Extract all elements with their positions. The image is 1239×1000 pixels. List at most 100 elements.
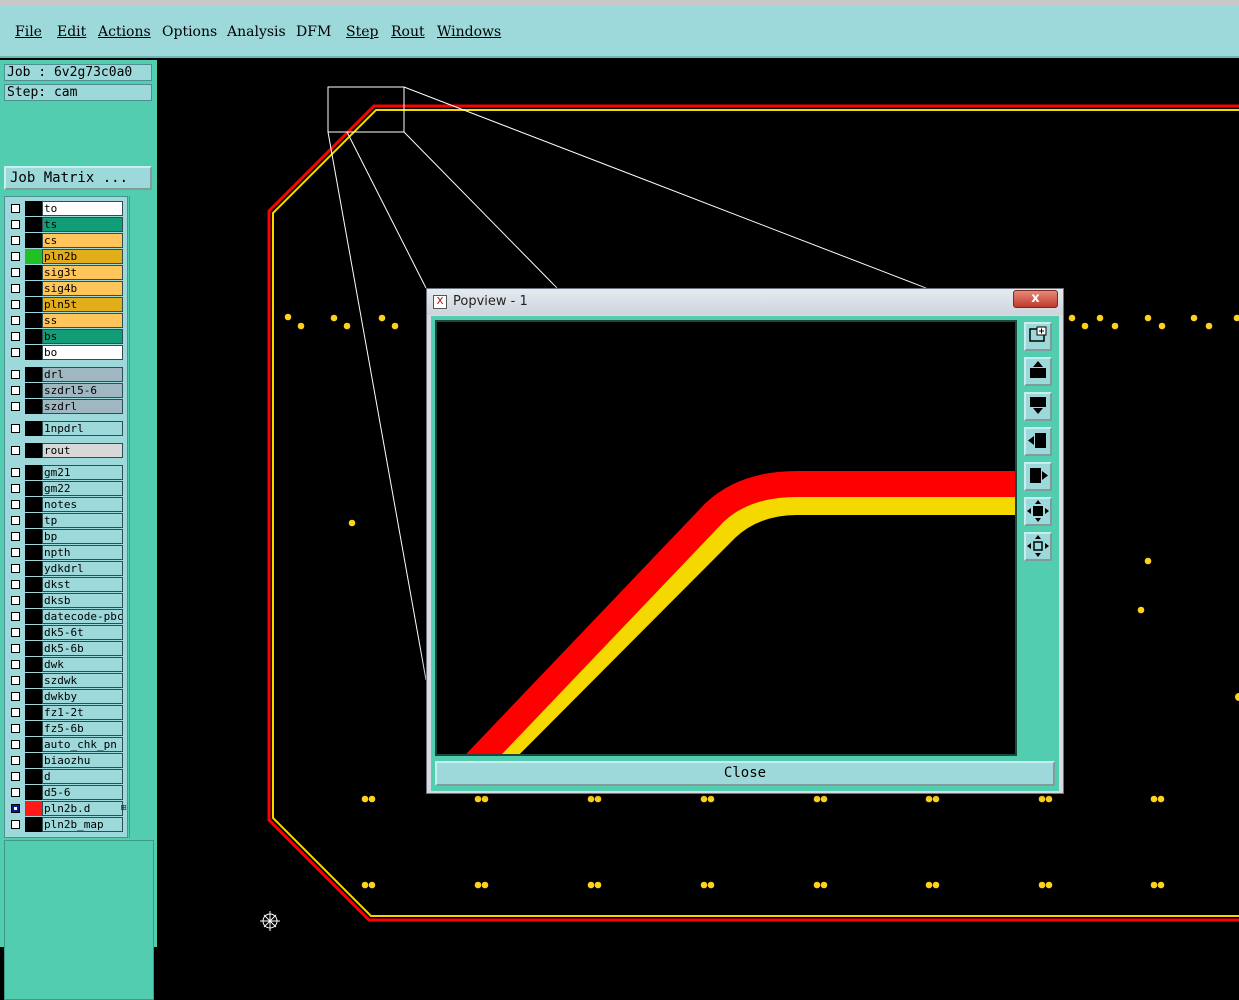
layer-row-cs[interactable]: cs: [5, 233, 127, 248]
layer-active-indicator[interactable]: [25, 721, 42, 736]
layer-active-indicator[interactable]: [25, 313, 42, 328]
layer-name[interactable]: gm21: [42, 465, 123, 480]
menu-rout[interactable]: Rout: [391, 24, 425, 40]
layer-active-indicator[interactable]: [25, 465, 42, 480]
layer-name[interactable]: pln2b: [42, 249, 123, 264]
layer-active-indicator[interactable]: [25, 421, 42, 436]
layer-row-tp[interactable]: tp: [5, 513, 127, 528]
pan-down-button[interactable]: [1024, 392, 1052, 421]
layer-row-drl[interactable]: drl: [5, 367, 127, 382]
layer-row-pln2b.d[interactable]: pln2b.d ⊞: [5, 801, 127, 816]
layer-row-pln2b_map[interactable]: pln2b_map: [5, 817, 127, 832]
layer-name[interactable]: dkst: [42, 577, 123, 592]
menu-dfm[interactable]: DFM: [296, 24, 331, 40]
layer-checkbox[interactable]: [11, 612, 20, 621]
layer-row-dwkby[interactable]: dwkby: [5, 689, 127, 704]
layer-name[interactable]: pln2b_map: [42, 817, 123, 832]
layer-name[interactable]: dk5-6b: [42, 641, 123, 656]
layer-active-indicator[interactable]: [25, 657, 42, 672]
layer-name[interactable]: sig3t: [42, 265, 123, 280]
zoom-home-button[interactable]: [1024, 532, 1052, 561]
layer-active-indicator[interactable]: [25, 297, 42, 312]
layer-active-indicator[interactable]: [25, 577, 42, 592]
layer-row-fz5-6b[interactable]: fz5-6b: [5, 721, 127, 736]
layer-row-szdrl[interactable]: szdrl: [5, 399, 127, 414]
layer-name[interactable]: ts: [42, 217, 123, 232]
layer-active-indicator[interactable]: [25, 753, 42, 768]
layer-row-d[interactable]: d: [5, 769, 127, 784]
layer-name[interactable]: sig4b: [42, 281, 123, 296]
layer-checkbox[interactable]: [11, 692, 20, 701]
popview-viewport[interactable]: [435, 320, 1017, 756]
layer-checkbox[interactable]: [11, 316, 20, 325]
layer-checkbox[interactable]: [11, 564, 20, 573]
layer-row-szdrl5-6[interactable]: szdrl5-6: [5, 383, 127, 398]
layer-row-dk5-6t[interactable]: dk5-6t: [5, 625, 127, 640]
menu-options[interactable]: Options: [162, 24, 217, 40]
layer-checkbox[interactable]: [11, 386, 20, 395]
layer-active-indicator[interactable]: [25, 249, 42, 264]
layer-active-indicator[interactable]: [25, 801, 42, 816]
layer-active-indicator[interactable]: [25, 481, 42, 496]
layer-checkbox[interactable]: [11, 446, 20, 455]
layer-row-ts[interactable]: ts: [5, 217, 127, 232]
layer-row-notes[interactable]: notes: [5, 497, 127, 512]
layer-row-gm22[interactable]: gm22: [5, 481, 127, 496]
layer-active-indicator[interactable]: [25, 529, 42, 544]
layer-name[interactable]: szdrl5-6: [42, 383, 123, 398]
layer-name[interactable]: ydkdrl: [42, 561, 123, 576]
layer-active-indicator[interactable]: [25, 265, 42, 280]
layer-name[interactable]: pln2b.d: [42, 801, 123, 816]
layer-checkbox[interactable]: [11, 284, 20, 293]
layer-active-indicator[interactable]: [25, 281, 42, 296]
layer-checkbox[interactable]: [11, 708, 20, 717]
layer-row-bs[interactable]: bs: [5, 329, 127, 344]
layer-list-scrollbar[interactable]: [129, 196, 153, 838]
pan-left-button[interactable]: [1024, 427, 1052, 456]
layer-name[interactable]: dwkby: [42, 689, 123, 704]
layer-row-d5-6[interactable]: d5-6: [5, 785, 127, 800]
layer-checkbox[interactable]: [11, 532, 20, 541]
layer-checkbox[interactable]: [11, 724, 20, 733]
layer-name[interactable]: drl: [42, 367, 123, 382]
layer-active-indicator[interactable]: [25, 641, 42, 656]
menu-analysis[interactable]: Analysis: [227, 24, 286, 40]
layer-name[interactable]: gm22: [42, 481, 123, 496]
layer-row-sig4b[interactable]: sig4b: [5, 281, 127, 296]
layer-name[interactable]: notes: [42, 497, 123, 512]
layer-active-indicator[interactable]: [25, 689, 42, 704]
layer-checkbox[interactable]: [11, 252, 20, 261]
layer-row-gm21[interactable]: gm21: [5, 465, 127, 480]
layer-active-indicator[interactable]: [25, 201, 42, 216]
pan-up-button[interactable]: [1024, 357, 1052, 386]
layer-name[interactable]: cs: [42, 233, 123, 248]
layer-active-indicator[interactable]: [25, 497, 42, 512]
job-matrix-button[interactable]: Job Matrix ...: [4, 166, 152, 190]
layer-name[interactable]: auto_chk_pn: [42, 737, 123, 752]
layer-checkbox[interactable]: [11, 468, 20, 477]
layer-checkbox[interactable]: [11, 740, 20, 749]
pan-right-button[interactable]: [1024, 462, 1052, 491]
layer-active-indicator[interactable]: [25, 609, 42, 624]
layer-row-npth[interactable]: npth: [5, 545, 127, 560]
layer-row-to[interactable]: to: [5, 201, 127, 216]
layer-name[interactable]: dk5-6t: [42, 625, 123, 640]
menu-step[interactable]: Step: [346, 24, 378, 40]
layer-row-ss[interactable]: ss: [5, 313, 127, 328]
layer-checkbox[interactable]: [11, 484, 20, 493]
menu-file[interactable]: File: [15, 24, 42, 40]
layer-checkbox[interactable]: [11, 268, 20, 277]
layer-checkbox[interactable]: [11, 788, 20, 797]
layer-row-rout[interactable]: rout: [5, 443, 127, 458]
layer-active-indicator[interactable]: [25, 785, 42, 800]
layer-active-indicator[interactable]: [25, 329, 42, 344]
menu-edit[interactable]: Edit: [57, 24, 86, 40]
menu-actions[interactable]: Actions: [98, 24, 151, 40]
layer-name[interactable]: tp: [42, 513, 123, 528]
layer-name[interactable]: dwk: [42, 657, 123, 672]
layer-row-sig3t[interactable]: sig3t: [5, 265, 127, 280]
layer-checkbox[interactable]: [11, 676, 20, 685]
layer-active-indicator[interactable]: [25, 625, 42, 640]
layer-row-pln5t[interactable]: pln5t: [5, 297, 127, 312]
layer-name[interactable]: d5-6: [42, 785, 123, 800]
